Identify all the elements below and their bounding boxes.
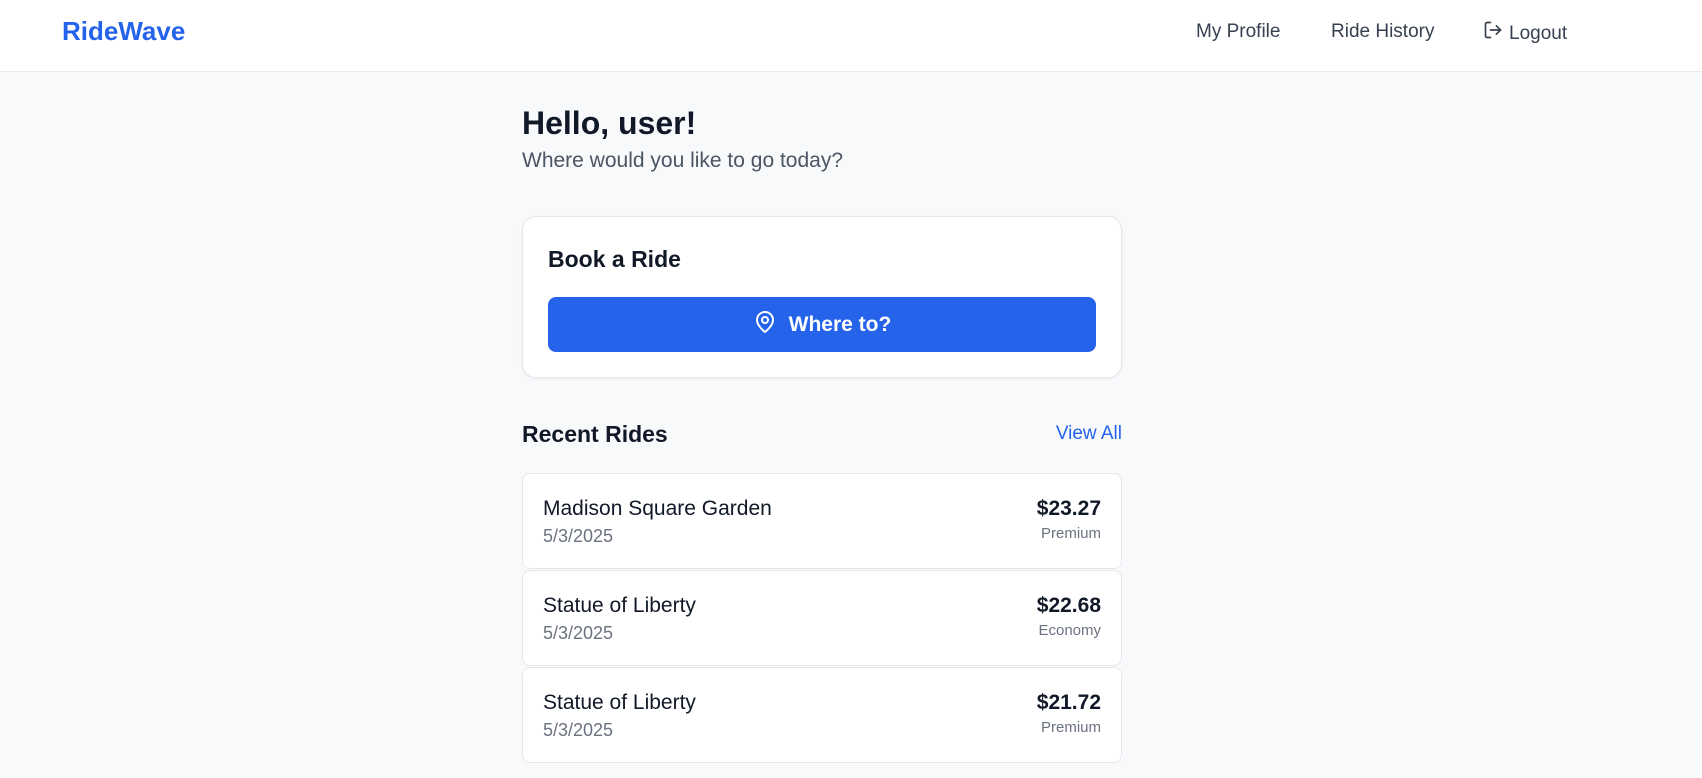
where-to-label: Where to? — [788, 312, 892, 336]
logout-label: Logout — [1509, 22, 1568, 44]
ride-date: 5/3/2025 — [543, 526, 614, 546]
recent-rides-title: Recent Rides — [522, 421, 668, 447]
logo[interactable]: RideWave — [62, 16, 185, 46]
nav-logout[interactable]: Logout — [1483, 20, 1567, 47]
greeting-heading: Hello, user! — [522, 105, 697, 141]
ride-price: $21.72 — [1036, 691, 1101, 714]
ride-type: Premium — [1040, 719, 1101, 736]
top-navbar: RideWave My Profile Ride History Logout — [0, 0, 1702, 72]
ride-destination: Madison Square Garden — [543, 497, 772, 520]
book-ride-card: Book a Ride Where to? — [522, 216, 1122, 378]
ride-destination: Statue of Liberty — [543, 691, 696, 714]
where-to-button[interactable]: Where to? — [548, 297, 1096, 352]
book-ride-title: Book a Ride — [548, 246, 681, 272]
ride-destination: Statue of Liberty — [543, 594, 696, 617]
nav-ride-history[interactable]: Ride History — [1331, 20, 1434, 44]
ride-price: $23.27 — [1036, 497, 1101, 520]
ride-type: Premium — [1040, 525, 1101, 542]
recent-rides-list: Madison Square Garden 5/3/2025 $23.27 Pr… — [522, 473, 1122, 764]
view-all-link[interactable]: View All — [1056, 422, 1122, 446]
ride-item[interactable]: Statue of Liberty 5/3/2025 $21.72 Premiu… — [522, 667, 1122, 763]
ride-item[interactable]: Statue of Liberty 5/3/2025 $22.68 Econom… — [522, 570, 1122, 666]
logout-icon — [1483, 20, 1503, 47]
ride-type: Economy — [1038, 622, 1101, 639]
nav-my-profile[interactable]: My Profile — [1196, 20, 1280, 44]
ride-item[interactable]: Madison Square Garden 5/3/2025 $23.27 Pr… — [522, 473, 1122, 569]
ride-date: 5/3/2025 — [543, 720, 614, 740]
map-pin-icon — [753, 310, 777, 340]
ride-price: $22.68 — [1036, 594, 1101, 617]
ride-date: 5/3/2025 — [543, 623, 614, 643]
greeting-subtitle: Where would you like to go today? — [522, 149, 844, 172]
